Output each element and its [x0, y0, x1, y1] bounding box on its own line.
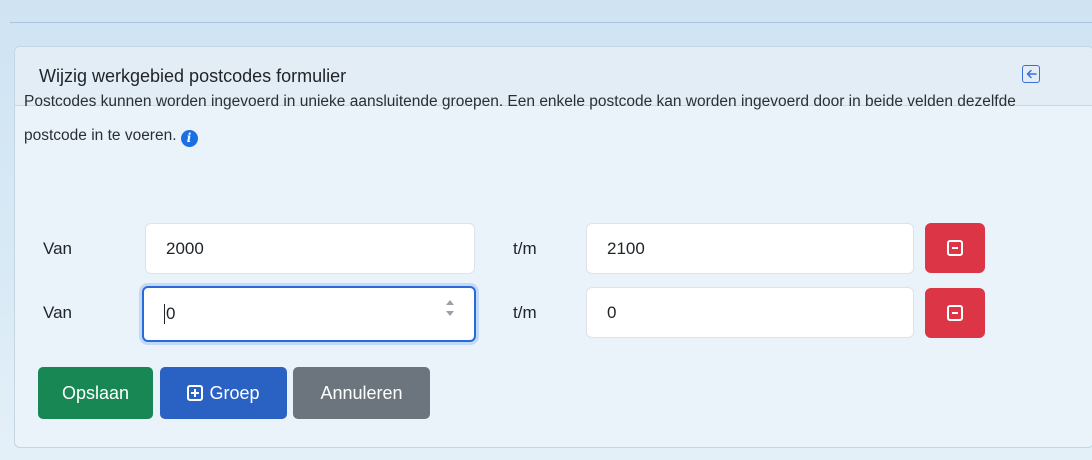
plus-square-icon — [187, 385, 204, 401]
to-label: t/m — [513, 239, 537, 258]
from-postcode-input[interactable]: 2000 — [145, 223, 475, 274]
remove-row-button[interactable] — [925, 288, 985, 338]
from-label: Van — [43, 239, 72, 258]
number-spinner[interactable] — [446, 300, 454, 316]
card-title: Wijzig werkgebied postcodes formulier — [39, 65, 347, 86]
spin-down-icon[interactable] — [446, 311, 454, 316]
from-postcode-input[interactable]: 0 — [142, 286, 476, 342]
cancel-button[interactable]: Annuleren — [293, 367, 430, 419]
add-group-label: Groep — [209, 382, 260, 403]
collapse-left-icon[interactable] — [1022, 65, 1040, 83]
intro-paragraph: Postcodes kunnen worden ingevoerd in uni… — [24, 93, 1016, 144]
to-label: t/m — [513, 303, 537, 322]
add-group-button[interactable]: Groep — [160, 367, 287, 419]
text-caret — [164, 304, 165, 324]
spin-up-icon[interactable] — [446, 300, 454, 305]
top-divider — [10, 22, 1092, 23]
from-postcode-value: 2000 — [166, 238, 204, 258]
info-icon[interactable]: i — [180, 129, 198, 147]
to-postcode-input[interactable]: 2100 — [586, 223, 914, 274]
to-postcode-input[interactable]: 0 — [586, 287, 914, 338]
to-postcode-value: 0 — [607, 302, 617, 322]
minus-square-icon — [947, 305, 963, 321]
to-postcode-value: 2100 — [607, 238, 645, 258]
from-label: Van — [43, 303, 72, 322]
intro-text: Postcodes kunnen worden ingevoerd in uni… — [24, 85, 1064, 153]
remove-row-button[interactable] — [925, 223, 985, 273]
save-button[interactable]: Opslaan — [38, 367, 153, 419]
minus-square-icon — [947, 240, 963, 256]
from-postcode-value: 0 — [166, 304, 176, 323]
